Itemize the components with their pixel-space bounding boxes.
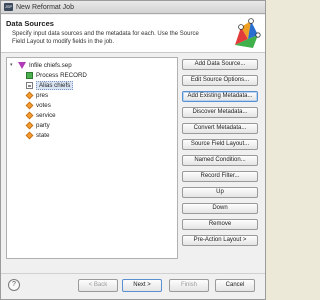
named-condition-button[interactable]: Named Condition... [182,155,258,166]
tree-item-process[interactable]: Process RECORD [26,71,87,80]
tree-item-label: service [36,112,56,119]
add-data-source-button[interactable]: Add Data Source... [182,59,258,70]
tree-item-infile[interactable]: ▾ Infile chiefs.sep [10,61,72,70]
tree-item-field-pres[interactable]: pres [25,91,49,100]
tree-item-field-state[interactable]: state [25,131,50,140]
wizard-logo-icon [235,18,261,48]
tree-item-label: Alias chiefs [36,81,74,90]
wizard-content: ▾ Infile chiefs.sep Process RECORD Alias… [1,54,265,272]
field-icon [25,111,34,120]
field-icon [25,101,34,110]
page-description: Specify input data sources and the metad… [12,31,199,45]
field-icon [25,131,34,140]
wizard-window: JSP New Reformat Job Data Sources Specif… [0,0,266,300]
window-title: New Reformat Job [16,3,74,11]
tree-item-field-votes[interactable]: votes [25,101,51,110]
add-existing-metadata-button[interactable]: Add Existing Metadata... [182,91,258,102]
page-title: Data Sources [6,19,54,28]
process-icon [26,72,33,79]
source-field-layout-button[interactable]: Source Field Layout... [182,139,258,150]
wizard-header: Data Sources Specify input data sources … [1,15,265,53]
tree-item-label: party [36,122,50,129]
tree-item-alias[interactable]: Alias chiefs [26,81,74,90]
alias-icon [26,82,33,89]
tree-item-label: Process RECORD [36,72,87,79]
convert-metadata-button[interactable]: Convert Metadata... [182,123,258,134]
expand-icon[interactable]: ▾ [10,63,15,68]
finish-button[interactable]: Finish [169,279,209,292]
field-icon [25,91,34,100]
next-button[interactable]: Next > [122,279,162,292]
record-filter-button[interactable]: Record Filter... [182,171,258,182]
down-button[interactable]: Down [182,203,258,214]
title-bar: JSP New Reformat Job [1,1,265,14]
discover-metadata-button[interactable]: Discover Metadata... [182,107,258,118]
pre-action-layout-button[interactable]: Pre-Action Layout > [182,235,258,246]
remove-button[interactable]: Remove [182,219,258,230]
app-icon: JSP [4,3,13,11]
data-source-tree[interactable]: ▾ Infile chiefs.sep Process RECORD Alias… [6,57,178,259]
tree-item-field-service[interactable]: service [25,111,56,120]
tree-item-label: Infile chiefs.sep [29,62,72,69]
tree-item-label: pres [36,92,49,99]
cancel-button[interactable]: Cancel [215,279,255,292]
edit-source-options-button[interactable]: Edit Source Options... [182,75,258,86]
tree-item-label: votes [36,102,51,109]
tree-item-label: state [36,132,50,139]
tree-item-field-party[interactable]: party [25,121,50,130]
wizard-footer: ? < Back Next > Finish Cancel [1,273,265,299]
field-icon [25,121,34,130]
back-button[interactable]: < Back [78,279,118,292]
help-icon[interactable]: ? [8,279,20,291]
up-button[interactable]: Up [182,187,258,198]
file-icon [18,62,26,69]
